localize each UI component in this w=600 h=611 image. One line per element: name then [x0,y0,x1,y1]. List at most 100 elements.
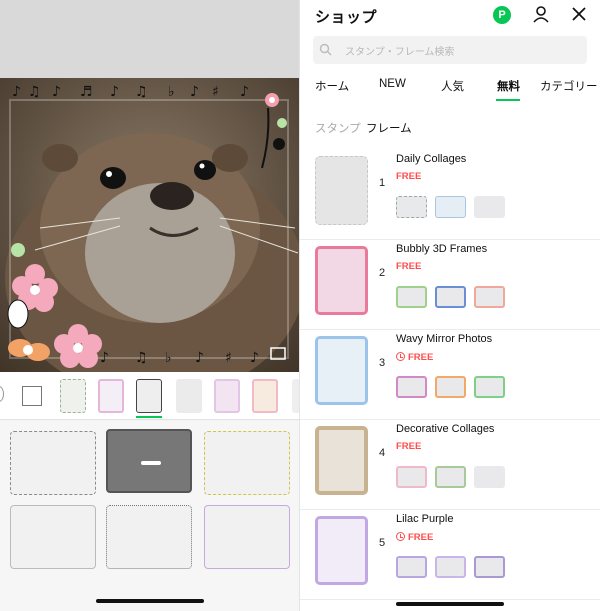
preview-thumb [474,466,505,488]
svg-text:♪: ♪ [52,84,61,100]
item-name: Wavy Mirror Photos [396,333,493,345]
svg-text:♪: ♪ [250,350,259,366]
item-previews [396,196,506,222]
frame-thumb[interactable] [176,379,202,413]
otter-photo: ♪ ♫ ♪ ♬ ♪ ♫ ♭ ♪ ♯ ♪ ♪ ♫ ♭ ♪ ♯ ♪ [0,78,300,372]
svg-text:♭: ♭ [168,84,175,100]
list-item[interactable]: 5 Lilac Purple FREE [300,510,600,600]
item-price: FREE [396,531,433,543]
item-rank: 1 [379,177,386,189]
item-cover [315,156,368,225]
item-name: Daily Collages [396,153,467,165]
home-indicator [96,599,204,603]
preview-thumb [396,556,427,578]
svg-text:♯: ♯ [225,350,232,366]
item-previews [396,466,506,492]
no-frame-icon[interactable] [22,386,42,406]
selected-indicator [136,416,162,418]
svg-text:♪: ♪ [12,84,21,100]
item-rank: 3 [379,357,386,369]
item-previews [396,556,506,582]
svg-text:♪: ♪ [195,350,204,366]
person-icon[interactable] [532,5,550,23]
preview-thumb [435,286,466,308]
clock-icon [396,532,405,541]
list-item[interactable]: 3 Wavy Mirror Photos FREE [300,330,600,420]
category-tabs: ホーム NEW 人気 無料 カテゴリー [300,72,600,104]
editor-top-bar [0,0,300,78]
search-placeholder: スタンプ・フレーム検索 [345,47,455,58]
photo-preview[interactable]: ♪ ♫ ♪ ♬ ♪ ♫ ♭ ♪ ♯ ♪ ♪ ♫ ♭ ♪ ♯ ♪ [0,78,300,372]
clock-icon [396,352,405,361]
item-previews [396,286,506,312]
frame-option[interactable] [204,505,290,569]
list-item[interactable]: 2 Bubbly 3D Frames FREE [300,240,600,330]
frame-selector-row [0,372,300,420]
svg-text:♫: ♫ [28,84,41,100]
tab-new[interactable]: NEW [379,78,406,90]
active-tab-indicator [496,99,520,101]
list-item[interactable]: 4 Decorative Collages FREE [300,420,600,510]
frame-option[interactable] [106,429,192,493]
item-name: Lilac Purple [396,513,454,525]
frame-thumb-selected[interactable] [136,379,162,413]
list-item[interactable]: 1 Daily Collages FREE [300,150,600,240]
item-name: Bubbly 3D Frames [396,243,488,255]
frame-option[interactable] [10,431,96,495]
subtab-frames[interactable]: フレーム [366,120,412,136]
item-cover [315,426,368,495]
item-name: Decorative Collages [396,423,495,435]
preview-thumb [474,556,505,578]
page-title: ショップ [315,9,378,26]
frame-editor-pane: ♪ ♫ ♪ ♬ ♪ ♫ ♭ ♪ ♯ ♪ ♪ ♫ ♭ ♪ ♯ ♪ [0,0,300,611]
item-cover [315,516,368,585]
svg-text:♭: ♭ [165,350,172,366]
preview-thumb [396,196,427,218]
frame-option[interactable] [106,505,192,569]
preview-thumb [435,376,466,398]
preview-thumb [396,286,427,308]
item-rank: 2 [379,267,386,279]
svg-text:♬: ♬ [80,84,93,100]
svg-text:♪: ♪ [240,84,249,100]
tab-home[interactable]: ホーム [315,78,349,94]
preview-thumb [474,286,505,308]
svg-text:♫: ♫ [135,350,148,366]
preview-thumb [474,196,505,218]
frame-grid [0,421,300,611]
preview-thumb [396,466,427,488]
search-input[interactable]: スタンプ・フレーム検索 [313,36,587,64]
preview-thumb [396,376,427,398]
subtab-stamps[interactable]: スタンプ [315,120,361,136]
item-rank: 4 [379,447,386,459]
frame-option[interactable] [10,505,96,569]
frame-rotate-icon[interactable] [0,386,4,402]
close-icon[interactable] [570,5,588,23]
svg-text:♪: ♪ [190,84,199,100]
item-price: FREE [396,261,422,272]
tab-category[interactable]: カテゴリー [540,78,598,94]
item-price: FREE [396,171,422,182]
tab-popular[interactable]: 人気 [441,78,464,94]
tab-free[interactable]: 無料 [497,78,520,94]
item-price: FREE [396,441,422,452]
item-cover [315,336,368,405]
svg-text:♪: ♪ [110,84,119,100]
frame-thumb[interactable] [214,379,240,413]
shop-pane: ショップ P スタンプ・フレーム検索 ホーム NEW 人気 無料 カテゴリー ス… [300,0,600,611]
svg-text:♫: ♫ [135,84,148,100]
frame-thumb[interactable] [252,379,278,413]
preview-thumb [435,196,466,218]
preview-thumb [474,376,505,398]
frame-option[interactable] [204,431,290,495]
svg-text:♯: ♯ [212,84,219,100]
item-price: FREE [396,351,433,363]
frame-thumb[interactable] [98,379,124,413]
preview-thumb [435,466,466,488]
item-rank: 5 [379,537,386,549]
frame-thumb[interactable] [60,379,86,413]
home-indicator [396,602,504,606]
svg-text:♪: ♪ [100,350,109,366]
preview-thumb [435,556,466,578]
points-badge[interactable]: P [493,6,511,24]
